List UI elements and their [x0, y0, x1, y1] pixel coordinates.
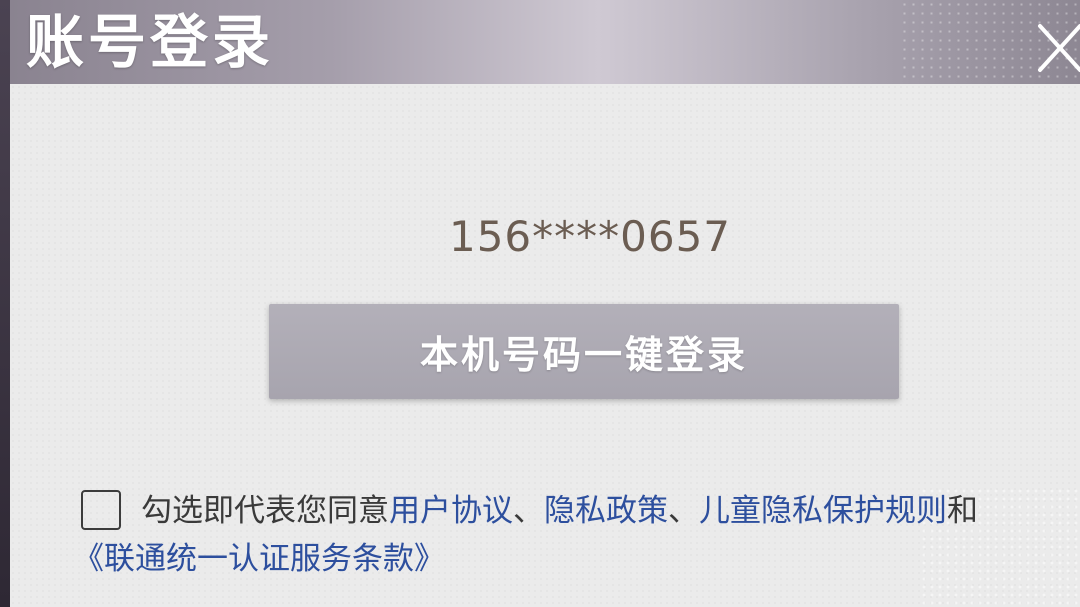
separator: 、 [513, 493, 544, 529]
close-button[interactable] [1028, 18, 1080, 80]
dialog-header: 账号登录 [10, 0, 1080, 84]
one-click-login-button[interactable]: 本机号码一键登录 [269, 304, 899, 399]
unicom-terms-link[interactable]: 《联通统一认证服务条款》 [73, 541, 445, 577]
one-click-login-label: 本机号码一键登录 [419, 332, 748, 377]
agreement-checkbox[interactable] [81, 490, 121, 530]
agreement-prefix: 勾选即代表您同意 [141, 493, 389, 529]
dialog-title: 账号登录 [26, 8, 275, 76]
agreement-and: 和 [947, 493, 978, 529]
agreement-text-line2: 《联通统一认证服务条款》 [73, 535, 445, 583]
child-privacy-link[interactable]: 儿童隐私保护规则 [699, 493, 947, 529]
separator: 、 [668, 493, 699, 529]
masked-phone-number: 156****0657 [448, 212, 732, 261]
user-agreement-link[interactable]: 用户协议 [389, 493, 513, 529]
close-icon [1038, 24, 1080, 72]
agreement-text-line1: 勾选即代表您同意用户协议、隐私政策、儿童隐私保护规则和 [141, 487, 1080, 535]
privacy-policy-link[interactable]: 隐私政策 [544, 493, 668, 529]
